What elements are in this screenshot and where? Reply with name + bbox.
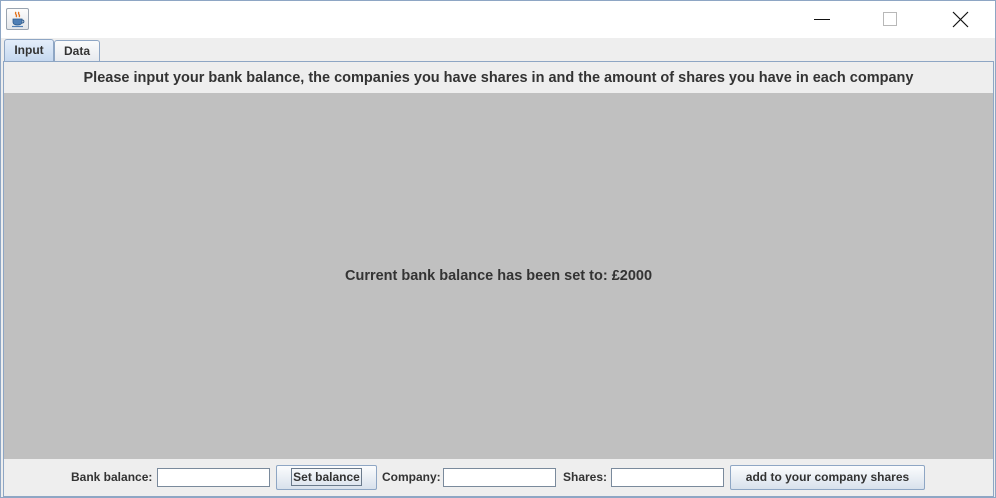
maximize-icon <box>883 12 897 26</box>
shares-input[interactable] <box>611 468 724 487</box>
balance-status-message: Current bank balance has been set to: £2… <box>344 268 653 284</box>
java-coffee-cup-icon[interactable] <box>6 8 29 30</box>
instructions-heading: Please input your bank balance, the comp… <box>83 70 914 86</box>
bank-balance-label: Bank balance: <box>71 470 153 484</box>
tab-data[interactable]: Data <box>54 40 100 62</box>
tab-strip: Input Data <box>1 38 995 62</box>
title-bar <box>1 1 995 38</box>
tab-input[interactable]: Input <box>4 39 54 62</box>
set-balance-label: Set balance <box>291 468 362 486</box>
close-icon <box>952 11 969 28</box>
input-tab-panel: Please input your bank balance, the comp… <box>3 61 994 497</box>
close-button[interactable] <box>937 1 983 37</box>
application-window: Input Data Please input your bank balanc… <box>0 0 996 498</box>
maximize-button[interactable] <box>867 1 913 37</box>
bank-balance-input[interactable] <box>157 468 270 487</box>
company-label: Company: <box>382 470 441 484</box>
minimize-icon <box>814 19 830 20</box>
minimize-button[interactable] <box>799 1 845 37</box>
status-panel: Current bank balance has been set to: £2… <box>4 93 993 459</box>
shares-label: Shares: <box>563 470 608 484</box>
set-balance-button[interactable]: Set balance <box>276 465 377 490</box>
add-company-shares-button[interactable]: add to your company shares <box>730 465 925 490</box>
company-input[interactable] <box>443 468 556 487</box>
